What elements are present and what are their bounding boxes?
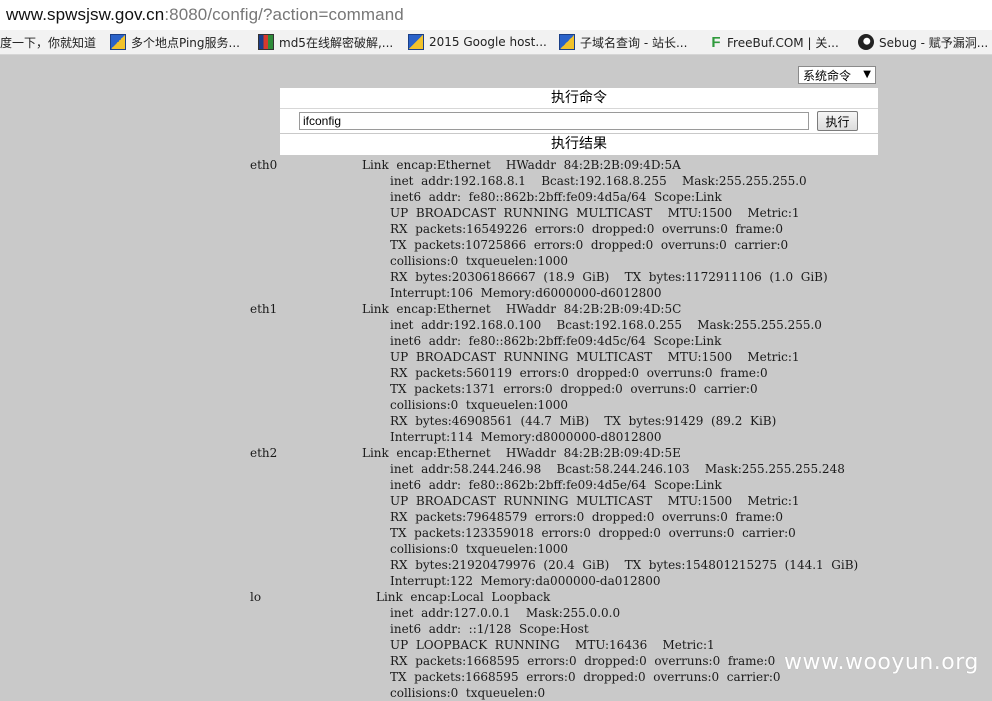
output-line: inet addr:58.244.246.98 Bcast:58.244.246… [390,462,845,476]
command-type-select[interactable]: 系统命令 ▼ [798,66,876,84]
output-line: collisions:0 txqueuelen:1000 [390,542,569,556]
output-line: inet addr:192.168.0.100 Bcast:192.168.0.… [390,318,822,332]
interface-name: eth2 [250,446,278,460]
ping-icon [110,34,126,50]
bookmark-sebug[interactable]: Sebug - 赋予漏洞... [858,33,988,51]
output-line: TX packets:1371 errors:0 dropped:0 overr… [390,382,758,396]
output-line: inet addr:127.0.0.1 Mask:255.0.0.0 [390,606,621,620]
output-line: Interrupt:114 Memory:d8000000-d8012800 [390,430,662,444]
bookmark-baidu[interactable]: 度一下，你就知道 [0,33,96,51]
bookmark-freebuf[interactable]: F FreeBuf.COM | 关... [710,33,839,51]
output-line: RX packets:560119 errors:0 dropped:0 ove… [390,366,768,380]
output-line: collisions:0 txqueuelen:1000 [390,254,569,268]
link-line: Link encap:Ethernet HWaddr 84:2B:2B:09:4… [362,302,682,316]
link-line: Link encap:Local Loopback [376,590,551,604]
output-line: TX packets:1668595 errors:0 dropped:0 ov… [390,670,781,684]
bookmark-label: 子域名查询 - 站长... [580,35,688,50]
output-line: RX bytes:20306186667 (18.9 GiB) TX bytes… [390,270,828,284]
output-line: RX packets:1668595 errors:0 dropped:0 ov… [390,654,776,668]
output-line: inet addr:192.168.8.1 Bcast:192.168.8.25… [390,174,807,188]
select-value: 系统命令 [803,68,852,83]
output-line: UP BROADCAST RUNNING MULTICAST MTU:1500 … [390,494,800,508]
bookmark-label: 2015 Google host... [429,35,547,49]
output-line: inet6 addr: fe80::862b:2bff:fe09:4d5e/64… [390,478,722,492]
result-title: 执行结果 [551,136,607,152]
output-line: collisions:0 txqueuelen:1000 [390,398,569,412]
url-host: www.spwsjsw.gov.cn [6,5,165,24]
output-line: TX packets:10725866 errors:0 dropped:0 o… [390,238,789,252]
exec-title: 执行命令 [551,90,607,106]
output-line: Interrupt:122 Memory:da000000-da012800 [390,574,661,588]
output-line: inet6 addr: fe80::862b:2bff:fe09:4d5c/64… [390,334,722,348]
md5-icon [258,34,274,50]
interface-name: lo [250,590,262,604]
bookmarks-bar: 度一下，你就知道 多个地点Ping服务... md5在线解密破解,... 201… [0,30,992,55]
output-line: RX packets:79648579 errors:0 dropped:0 o… [390,510,783,524]
bookmark-label: Sebug - 赋予漏洞... [879,35,989,50]
dropdown-arrow-icon: ▼ [863,69,871,80]
interface-block-lo: lo Link encap:Local Loopback inet addr:1… [250,589,858,701]
output-line: TX packets:123359018 errors:0 dropped:0 … [390,526,796,540]
interface-block-eth2: eth2 Link encap:Ethernet HWaddr 84:2B:2B… [250,445,858,589]
command-input[interactable] [299,112,809,130]
interface-block-eth0: eth0 Link encap:Ethernet HWaddr 84:2B:2B… [250,157,858,301]
output-line: RX bytes:46908561 (44.7 MiB) TX bytes:91… [390,414,777,428]
sebug-icon [858,34,874,50]
address-bar[interactable]: www.spwsjsw.gov.cn:8080/config/?action=c… [0,0,992,30]
bookmark-label: 多个地点Ping服务... [131,35,240,50]
freebuf-icon: F [711,33,721,51]
url-text[interactable]: www.spwsjsw.gov.cn:8080/config/?action=c… [6,5,404,25]
exec-title-row: 执行命令 [280,88,878,109]
subdomain-icon [559,34,575,50]
bookmark-ping[interactable]: 多个地点Ping服务... [110,33,240,51]
interface-name: eth0 [250,158,278,172]
bookmark-label: md5在线解密破解,... [279,35,394,50]
bookmark-md5[interactable]: md5在线解密破解,... [258,33,393,51]
bookmark-label: 度一下，你就知道 [0,35,97,50]
interface-name: eth1 [250,302,278,316]
output-line: inet6 addr: fe80::862b:2bff:fe09:4d5a/64… [390,190,722,204]
output-line: UP LOOPBACK RUNNING MTU:16436 Metric:1 [390,638,715,652]
output-line: collisions:0 txqueuelen:0 [390,686,546,700]
command-output: eth0 Link encap:Ethernet HWaddr 84:2B:2B… [250,157,858,701]
output-line: UP BROADCAST RUNNING MULTICAST MTU:1500 … [390,206,800,220]
output-line: Interrupt:106 Memory:d6000000-d6012800 [390,286,662,300]
result-title-row: 执行结果 [280,134,878,155]
bookmark-google-hosts[interactable]: 2015 Google host... [408,33,547,51]
link-line: Link encap:Ethernet HWaddr 84:2B:2B:09:4… [362,446,681,460]
bookmark-label: FreeBuf.COM | 关... [727,35,839,50]
interface-block-eth1: eth1 Link encap:Ethernet HWaddr 84:2B:2B… [250,301,858,445]
link-line: Link encap:Ethernet HWaddr 84:2B:2B:09:4… [362,158,681,172]
google-hosts-icon [408,34,424,50]
bookmark-subdomain[interactable]: 子域名查询 - 站长... [559,33,687,51]
output-line: RX packets:16549226 errors:0 dropped:0 o… [390,222,783,236]
url-path: :8080/config/?action=command [164,5,404,24]
execute-button[interactable]: 执行 [817,111,858,131]
output-line: inet6 addr: ::1/128 Scope:Host [390,622,589,636]
output-line: UP BROADCAST RUNNING MULTICAST MTU:1500 … [390,350,800,364]
output-line: RX bytes:21920479976 (20.4 GiB) TX bytes… [390,558,859,572]
command-row: 执行 [280,109,878,133]
